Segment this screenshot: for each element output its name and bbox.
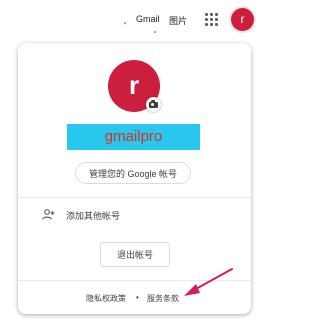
top-bar: Gmail 图片 r <box>0 0 303 40</box>
images-link[interactable]: 图片 <box>169 14 187 27</box>
add-account-item[interactable]: 添加其他帐号 <box>42 208 222 222</box>
annotation-dot <box>124 22 126 24</box>
account-display-name: gmailpro <box>67 124 200 150</box>
person-add-icon <box>42 209 55 220</box>
account-avatar-button[interactable]: r <box>231 8 254 31</box>
add-account-label: 添加其他帐号 <box>66 211 121 221</box>
apps-grid-icon[interactable] <box>205 13 218 26</box>
terms-of-service-link[interactable]: 服务条款 <box>147 293 179 304</box>
sign-out-button[interactable]: 退出帐号 <box>100 242 170 267</box>
account-menu-card: r gmailpro 管理您的 Google 帐号 添加其他帐号 退出帐号 隐私… <box>18 43 251 314</box>
camera-icon[interactable] <box>146 97 161 112</box>
avatar-letter: r <box>240 12 245 26</box>
avatar-letter: r <box>128 70 140 100</box>
footer-separator: • <box>136 293 139 302</box>
annotation-dot <box>154 31 156 33</box>
gmail-link[interactable]: Gmail <box>136 14 160 24</box>
manage-google-account-button[interactable]: 管理您的 Google 帐号 <box>75 162 191 184</box>
divider <box>18 197 251 198</box>
divider <box>18 280 251 281</box>
privacy-policy-link[interactable]: 隐私权政策 <box>86 293 126 304</box>
